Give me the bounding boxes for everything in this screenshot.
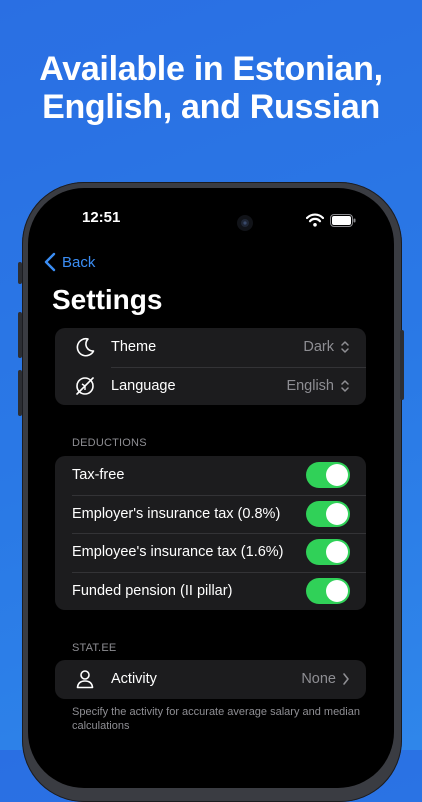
employer-tax-toggle[interactable] — [306, 500, 350, 527]
theme-value: Dark — [303, 339, 334, 356]
activity-footnote: Specify the activity for accurate averag… — [72, 706, 360, 732]
headline-line-2: English, and Russian — [42, 88, 380, 126]
phone-side-button — [18, 262, 22, 284]
toggle-knob — [326, 464, 348, 487]
activity-value: None — [301, 671, 336, 688]
general-settings-group: Theme Dark Language English — [55, 328, 366, 405]
toggle-knob — [326, 502, 348, 525]
chevron-left-icon — [44, 252, 56, 272]
language-value: English — [286, 377, 334, 394]
status-icons — [305, 213, 356, 232]
deductions-group: Tax-free Employer's insurance tax (0.8%)… — [55, 456, 366, 610]
wifi-icon — [305, 213, 325, 232]
camera-icon — [235, 213, 255, 233]
deductions-header: DEDUCTIONS — [72, 437, 147, 449]
deduction-label: Employer's insurance tax (0.8%) — [72, 505, 281, 522]
toggle-knob — [326, 579, 348, 602]
phone-side-button — [18, 370, 22, 416]
tax-free-toggle[interactable] — [306, 462, 350, 489]
back-label: Back — [62, 253, 96, 271]
toggle-knob — [326, 541, 348, 564]
phone-screen: 12:51 Back Settings Theme Dark Language … — [28, 188, 394, 788]
page-title: Settings — [52, 284, 163, 315]
back-button[interactable]: Back — [44, 252, 95, 272]
chevron-up-down-icon — [340, 379, 350, 393]
employee-tax-toggle[interactable] — [306, 539, 350, 566]
chevron-right-icon — [342, 672, 350, 686]
theme-label: Theme — [111, 339, 157, 356]
deduction-row-funded-pension: Funded pension (II pillar) — [55, 571, 366, 611]
headline-line-1: Available in Estonian, — [39, 50, 383, 88]
language-label: Language — [111, 377, 176, 394]
deduction-row-employee-tax: Employee's insurance tax (1.6%) — [55, 533, 366, 572]
deduction-row-employer-tax: Employer's insurance tax (0.8%) — [55, 494, 366, 534]
activity-row[interactable]: Activity None — [55, 660, 366, 699]
deduction-row-tax-free: Tax-free — [55, 456, 366, 495]
phone-side-button — [18, 312, 22, 358]
language-row[interactable]: Language English — [55, 366, 366, 406]
moon-icon — [72, 334, 98, 360]
phone-side-button — [400, 330, 404, 400]
chevron-up-down-icon — [340, 340, 350, 354]
theme-row[interactable]: Theme Dark — [55, 328, 366, 367]
activity-label: Activity — [111, 671, 157, 688]
promo-headline: Available in Estonian, English, and Russ… — [0, 50, 422, 126]
battery-icon — [330, 213, 356, 232]
globe-slash-icon — [72, 373, 98, 399]
person-icon — [72, 666, 98, 692]
status-time: 12:51 — [82, 209, 121, 226]
deduction-label: Tax-free — [72, 467, 125, 484]
stat-group: Activity None — [55, 660, 366, 699]
deduction-label: Funded pension (II pillar) — [72, 582, 233, 599]
deduction-label: Employee's insurance tax (1.6%) — [72, 544, 284, 561]
stat-header: STAT.EE — [72, 642, 117, 654]
funded-pension-toggle[interactable] — [306, 577, 350, 604]
